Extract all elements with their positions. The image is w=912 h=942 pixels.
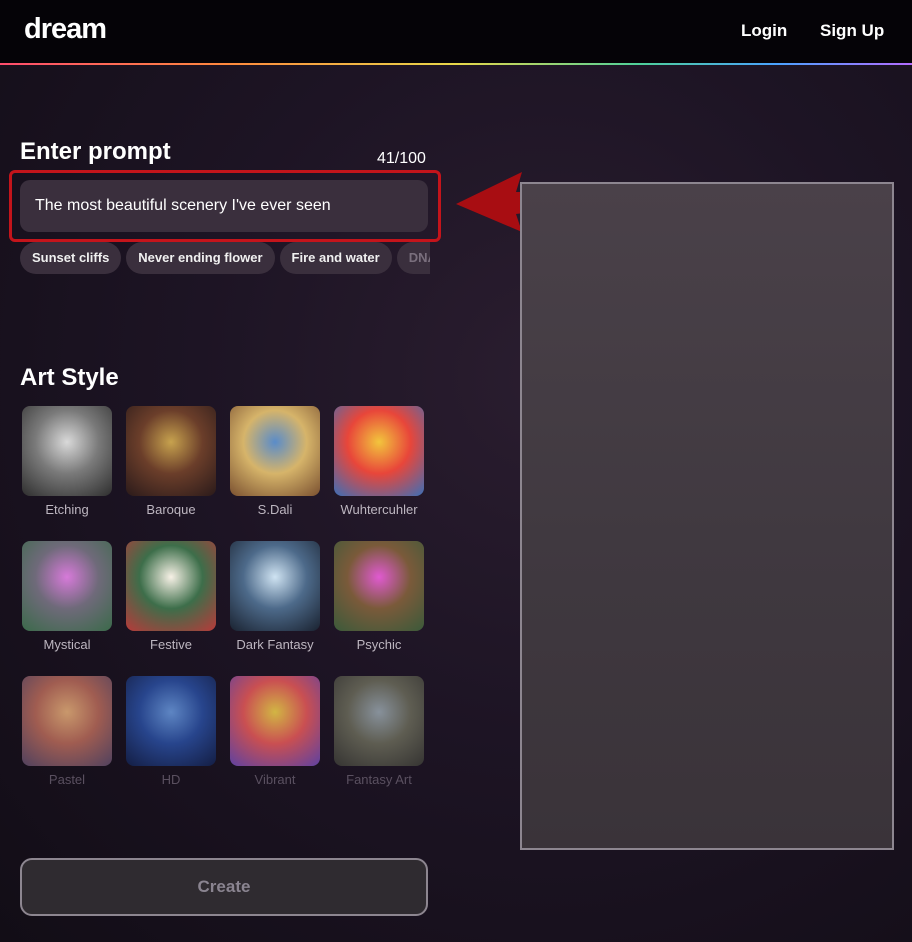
top-bar: dream Login Sign Up (0, 0, 912, 64)
art-style-tile[interactable]: Mystical (22, 541, 112, 652)
suggestion-chip[interactable]: DNA tor (396, 242, 430, 274)
art-style-thumbnail (334, 541, 424, 631)
art-style-label: Fantasy Art (346, 772, 412, 787)
art-style-label: Dark Fantasy (236, 637, 314, 652)
art-style-tile[interactable]: Vibrant (230, 676, 320, 787)
art-style-label: Festive (150, 637, 192, 652)
art-style-tile[interactable]: Etching (22, 406, 112, 517)
art-style-thumbnail (230, 406, 320, 496)
art-style-thumbnail (22, 541, 112, 631)
rainbow-divider (0, 63, 912, 65)
art-style-label: Wuhtercuhler (340, 502, 418, 517)
prompt-suggestions: Sunset cliffs Never ending flower Fire and… (20, 242, 430, 276)
art-style-label: Baroque (146, 502, 196, 517)
art-style-label: Pastel (48, 772, 86, 787)
signup-link[interactable]: Sign Up (820, 21, 884, 41)
art-style-tile[interactable]: Psychic (334, 541, 424, 652)
art-style-thumbnail (334, 676, 424, 766)
art-style-tile[interactable]: S.Dali (230, 406, 320, 517)
art-style-tile[interactable]: Pastel (22, 676, 112, 787)
login-link[interactable]: Login (741, 21, 787, 41)
art-style-thumbnail (334, 406, 424, 496)
logo[interactable]: dream (24, 13, 107, 46)
prompt-heading: Enter prompt (20, 138, 171, 165)
art-style-tile[interactable]: Dark Fantasy (230, 541, 320, 652)
art-style-label: Mystical (43, 637, 91, 652)
suggestion-chip[interactable]: Sunset cliffs (20, 242, 122, 274)
art-style-label: HD (161, 772, 181, 787)
suggestion-chip[interactable]: Fire and water (279, 242, 392, 274)
art-style-label: Vibrant (254, 772, 296, 787)
art-style-tile[interactable]: Wuhtercuhler (334, 406, 424, 517)
art-style-thumbnail (22, 676, 112, 766)
art-style-thumbnail (230, 541, 320, 631)
suggestion-chip[interactable]: Never ending flower (126, 242, 275, 274)
art-style-label: Psychic (356, 637, 402, 652)
art-style-tile[interactable]: HD (126, 676, 216, 787)
create-button[interactable]: Create (20, 858, 428, 916)
art-style-thumbnail (22, 406, 112, 496)
image-preview-panel (520, 182, 894, 850)
art-style-tile[interactable]: Baroque (126, 406, 216, 517)
art-style-heading: Art Style (20, 364, 119, 391)
art-style-thumbnail (126, 406, 216, 496)
character-counter: 41/100 (377, 150, 426, 167)
art-style-thumbnail (230, 676, 320, 766)
art-style-label: Etching (45, 502, 89, 517)
art-style-thumbnail (126, 541, 216, 631)
art-style-label: S.Dali (257, 502, 293, 517)
art-style-tile[interactable]: Fantasy Art (334, 676, 424, 787)
art-style-tile[interactable]: Festive (126, 541, 216, 652)
art-style-thumbnail (126, 676, 216, 766)
annotation-highlight-box (9, 170, 441, 242)
